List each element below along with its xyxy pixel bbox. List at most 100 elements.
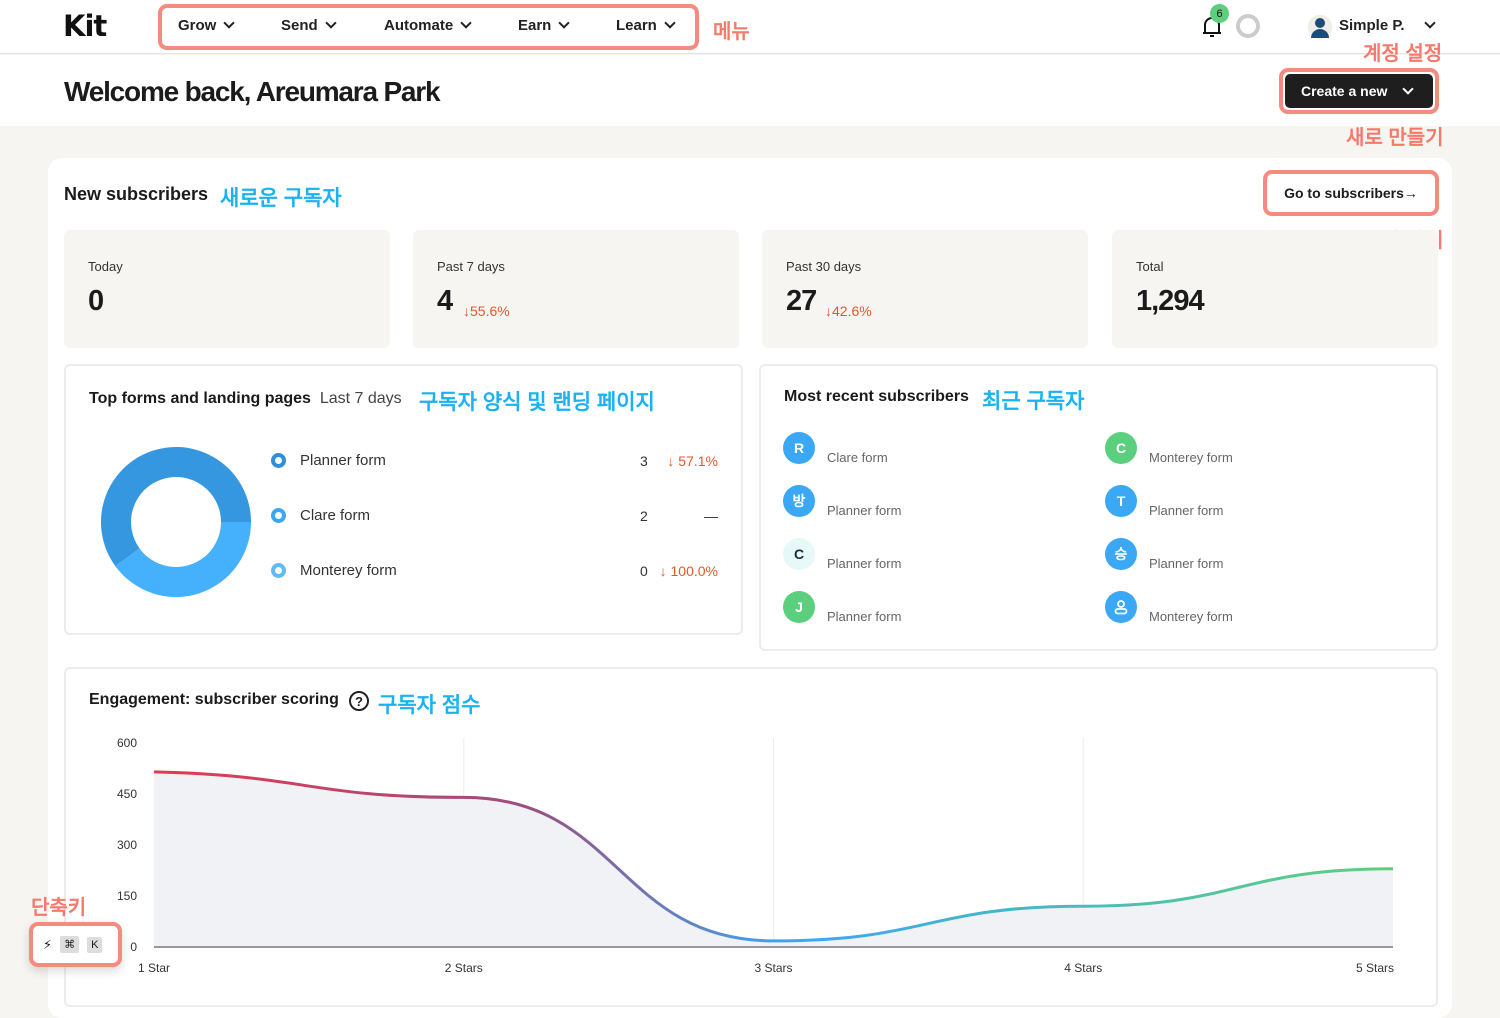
nav-grow[interactable]: Grow xyxy=(178,17,236,34)
change-value: — xyxy=(704,508,718,524)
subscriber-form: Planner form xyxy=(827,503,902,518)
engagement-chart: 0 150 300 450 600 1 Star 2 Stars 3 Stars 4 Stars… xyxy=(117,736,1394,975)
form-legend-item[interactable]: Monterey form xyxy=(271,562,397,579)
nav-learn[interactable]: Learn xyxy=(616,17,676,34)
change-value: 100.0% xyxy=(670,563,718,579)
account-annotation: 계정 설정 xyxy=(1363,43,1443,65)
avatar-initial: R xyxy=(793,440,805,456)
recent-title: Most recent subscribers xyxy=(784,388,969,405)
form-legend-item[interactable]: Planner form xyxy=(271,452,386,469)
create-annotation: 새로 만들기 xyxy=(1346,127,1444,149)
y-tick-label: 150 xyxy=(117,889,137,903)
recent-annotation: 최근 구독자 xyxy=(982,390,1085,413)
y-tick-label: 600 xyxy=(117,736,137,750)
nav-label: Learn xyxy=(616,17,657,34)
donut-slice[interactable] xyxy=(115,522,251,597)
stat-label: Today xyxy=(88,259,123,274)
subscriber-avatar[interactable]: R xyxy=(783,432,815,464)
subscriber-avatar[interactable]: J xyxy=(783,591,815,623)
scoring-annotation: 구독자 점수 xyxy=(378,694,481,717)
create-new-button[interactable]: Create a new xyxy=(1285,74,1433,108)
stat-value: 4 xyxy=(437,285,453,317)
forms-annotation: 구독자 양식 및 랜딩 페이지 xyxy=(419,391,655,414)
subscriber-form: Monterey form xyxy=(1149,609,1233,624)
shortcut-button[interactable]: ⚡︎ ⌘ K xyxy=(29,922,122,967)
form-change: ↓ 57.1% xyxy=(667,453,718,469)
stat-30-days: Past 30 days 27 ↓42.6% xyxy=(762,230,1088,348)
lightning-icon: ⚡︎ xyxy=(43,936,53,952)
help-icon[interactable]: ? xyxy=(349,691,369,711)
chevron-down-icon xyxy=(558,17,571,29)
subscriber-avatar[interactable] xyxy=(1105,591,1137,623)
top-forms-header: Top forms and landing pages Last 7 days xyxy=(89,390,402,408)
stat-change: ↓42.6% xyxy=(825,303,872,319)
go-label: Go to subscribers xyxy=(1284,185,1404,201)
forms-donut-chart xyxy=(101,447,251,597)
status-ring-icon[interactable] xyxy=(1236,14,1260,38)
create-annotation-box: Create a new xyxy=(1279,68,1439,114)
avatar-initial: T xyxy=(1116,493,1126,509)
change-value: 42.6% xyxy=(832,303,872,319)
stat-value: 27 xyxy=(786,285,817,317)
chevron-down-icon xyxy=(223,17,236,29)
stat-label: Past 30 days xyxy=(786,259,862,274)
go-to-subscribers-button[interactable]: Go to subscribers → xyxy=(1263,170,1439,216)
stat-value: 0 xyxy=(88,285,104,317)
x-tick-label: 4 Stars xyxy=(1064,961,1102,975)
subscriber-avatar[interactable]: C xyxy=(1105,432,1137,464)
avatar-initial: 승 xyxy=(1114,546,1128,562)
form-count: 0 xyxy=(640,563,648,579)
nav-send[interactable]: Send xyxy=(281,17,337,34)
x-tick-label: 2 Stars xyxy=(445,961,483,975)
chevron-down-icon xyxy=(460,17,472,29)
account-menu[interactable]: Simple P. xyxy=(1339,17,1436,34)
x-tick-label: 1 Star xyxy=(138,961,170,975)
ring-icon xyxy=(271,453,286,468)
form-count: 3 xyxy=(640,453,648,469)
subscriber-form: Planner form xyxy=(1149,503,1224,518)
cmd-key: ⌘ xyxy=(60,936,80,953)
nav-earn[interactable]: Earn xyxy=(518,17,571,34)
arrow-right-icon: → xyxy=(1403,185,1418,201)
create-label: Create a new xyxy=(1301,83,1388,99)
period-label: Last 7 days xyxy=(319,390,402,407)
form-legend-item[interactable]: Clare form xyxy=(271,507,370,524)
stat-7-days: Past 7 days 4 ↓55.6% xyxy=(413,230,739,348)
change-value: 57.1% xyxy=(678,453,718,469)
subscriber-form: Monterey form xyxy=(1149,450,1233,465)
chevron-down-icon xyxy=(325,17,337,29)
x-tick-label: 3 Stars xyxy=(754,961,792,975)
y-tick-label: 300 xyxy=(117,838,137,852)
notification-badge: 6 xyxy=(1210,4,1229,23)
chevron-down-icon xyxy=(664,17,676,29)
nav-label: Grow xyxy=(178,17,217,34)
avatar[interactable] xyxy=(1308,14,1332,40)
chevron-down-icon xyxy=(1402,82,1415,95)
nav-automate[interactable]: Automate xyxy=(384,17,472,34)
new-subscribers-title: New subscribers xyxy=(64,184,209,204)
x-tick-label: 5 Stars xyxy=(1356,961,1394,975)
y-tick-label: 450 xyxy=(117,787,137,801)
change-value: 55.6% xyxy=(470,303,510,319)
stat-value: 1,294 xyxy=(1136,285,1205,317)
subscriber-avatar[interactable]: 승 xyxy=(1105,538,1137,570)
top-forms-title: Top forms and landing pages xyxy=(89,390,311,407)
nav-label: Send xyxy=(281,17,318,34)
subscriber-avatar[interactable]: C xyxy=(783,538,815,570)
subscriber-form: Planner form xyxy=(827,609,902,624)
subscriber-avatar[interactable]: 방 xyxy=(783,485,815,517)
engagement-title: Engagement: subscriber scoring xyxy=(89,691,339,708)
avatar-initial: C xyxy=(793,546,805,562)
subscriber-form: Planner form xyxy=(1149,556,1224,571)
k-key: K xyxy=(87,936,103,953)
kit-logo[interactable]: Kit xyxy=(63,9,107,43)
stat-today: Today 0 xyxy=(64,230,390,348)
nav-label: Automate xyxy=(384,17,454,34)
stat-total: Total 1,294 xyxy=(1112,230,1438,348)
shortcut-annotation: 단축키 xyxy=(31,897,87,919)
form-name: Planner form xyxy=(300,452,386,469)
subscriber-avatar[interactable]: T xyxy=(1105,485,1137,517)
form-change: — xyxy=(704,508,718,524)
stat-change: ↓55.6% xyxy=(463,303,510,319)
person-icon xyxy=(1114,600,1128,615)
